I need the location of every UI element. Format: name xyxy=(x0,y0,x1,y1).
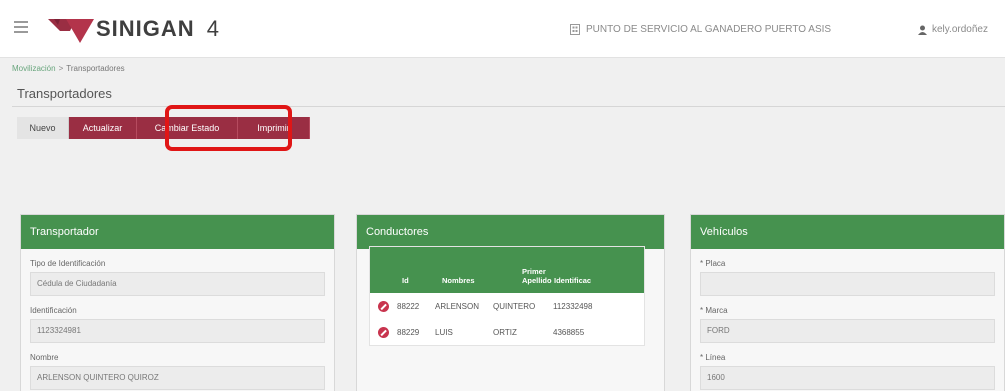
identificacion-field[interactable]: 1123324981 xyxy=(30,319,325,343)
nombre-field[interactable]: ARLENSON QUINTERO QUIROZ xyxy=(30,366,325,390)
marca-field[interactable]: FORD xyxy=(700,319,995,343)
table-row[interactable]: 88222 ARLENSON QUINTERO 112332498 xyxy=(370,293,644,319)
actualizar-button[interactable]: Actualizar xyxy=(69,117,137,139)
cell-nombres: ARLENSON xyxy=(435,301,480,311)
tipo-identificacion-label: Tipo de Identificación xyxy=(30,259,106,268)
breadcrumb-current: Transportadores xyxy=(66,64,125,73)
tipo-identificacion-field[interactable]: Cédula de Ciudadanía xyxy=(30,272,325,296)
user-name: kely.ordoñez xyxy=(932,24,988,35)
delete-icon[interactable] xyxy=(378,326,389,338)
top-bar: SINIGAN 4 PUNTO DE SERVICIO AL GANADERO P… xyxy=(0,0,1005,58)
app-version: 4 xyxy=(206,16,220,41)
nuevo-button[interactable]: Nuevo xyxy=(17,117,69,139)
conductores-panel-title: Conductores xyxy=(357,215,664,249)
col-header-identificacion: Identificac xyxy=(554,276,592,285)
breadcrumb: Movilización > Transportadores xyxy=(12,64,125,73)
transportador-panel: Transportador Tipo de Identificación Céd… xyxy=(20,214,335,391)
cell-nombres: LUIS xyxy=(435,327,453,337)
nombre-label: Nombre xyxy=(30,353,59,362)
col-header-id: Id xyxy=(402,276,409,285)
vehiculos-panel-title: Vehículos xyxy=(691,215,1004,249)
menu-icon[interactable] xyxy=(14,21,28,33)
logo-icon xyxy=(48,19,94,43)
cell-identificacion: 112332498 xyxy=(553,301,593,311)
page-title: Transportadores xyxy=(17,86,112,101)
highlight-box xyxy=(165,105,292,151)
required-mark: * xyxy=(700,306,704,315)
delete-icon[interactable] xyxy=(378,300,389,312)
building-icon xyxy=(570,24,580,35)
col-header-nombres: Nombres xyxy=(442,276,475,285)
app-brand: SINIGAN 4 xyxy=(96,16,220,41)
cell-id: 88229 xyxy=(397,327,420,337)
table-row[interactable]: 88229 LUIS ORTIZ 4368855 xyxy=(370,319,644,345)
placa-field[interactable] xyxy=(700,272,995,296)
cell-apellido: ORTIZ xyxy=(493,327,517,337)
service-point: PUNTO DE SERVICIO AL GANADERO PUERTO ASI… xyxy=(570,24,831,35)
required-mark: * xyxy=(700,259,704,268)
conductores-table: Id Nombres Primer Apellido Identificac 8… xyxy=(369,246,645,346)
placa-label: * Placa xyxy=(700,259,726,268)
col-header-apellido: Primer Apellido xyxy=(470,247,552,293)
table-header: Id Nombres Primer Apellido Identificac xyxy=(370,247,644,293)
vehiculos-panel: Vehículos * Placa * Marca FORD * Línea 1… xyxy=(690,214,1005,391)
required-mark: * xyxy=(700,353,704,362)
service-point-label: PUNTO DE SERVICIO AL GANADERO PUERTO ASI… xyxy=(586,24,832,35)
cell-id: 88222 xyxy=(397,301,420,311)
title-divider xyxy=(12,106,1005,107)
cell-apellido: QUINTERO xyxy=(493,301,536,311)
linea-label: * Línea xyxy=(700,353,726,362)
breadcrumb-parent-link[interactable]: Movilización xyxy=(12,64,56,73)
user-icon xyxy=(918,25,927,35)
transportador-panel-title: Transportador xyxy=(21,215,334,249)
cell-identificacion: 4368855 xyxy=(553,327,585,337)
conductores-panel: Conductores Id Nombres Primer Apellido I… xyxy=(356,214,665,391)
breadcrumb-separator: > xyxy=(58,64,64,73)
user-menu[interactable]: kely.ordoñez xyxy=(918,24,988,35)
linea-field[interactable]: 1600 xyxy=(700,366,995,390)
identificacion-label: Identificación xyxy=(30,306,77,315)
marca-label: * Marca xyxy=(700,306,728,315)
